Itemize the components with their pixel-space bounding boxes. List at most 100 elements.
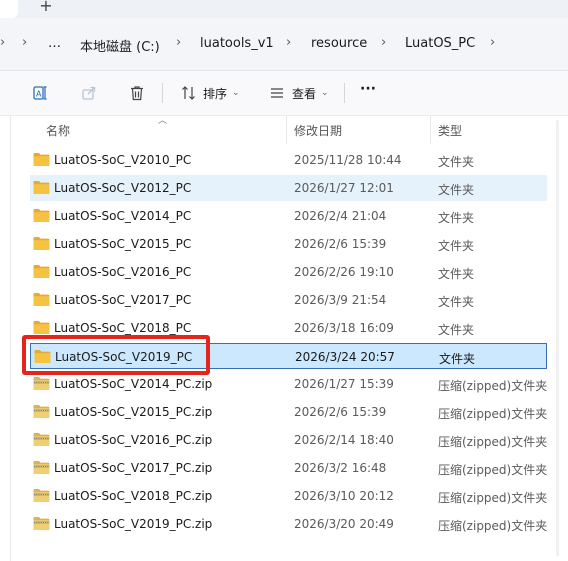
- view-icon[interactable]: [266, 82, 288, 104]
- item-type: 压缩(zipped)文件夹: [438, 379, 547, 393]
- trash-icon[interactable]: [126, 82, 148, 104]
- breadcrumb-overflow[interactable]: …: [48, 36, 61, 51]
- item-type: 文件夹: [438, 267, 475, 281]
- navigation-pane-edge: [10, 116, 11, 561]
- zip-icon: [33, 516, 50, 531]
- file-row[interactable]: LuatOS-SoC_V2018_PC.zip 2026/3/10 20:12 压缩…: [30, 483, 547, 509]
- folder-icon: [33, 180, 50, 195]
- item-date: 2026/1/27 15:39: [294, 377, 394, 391]
- item-type: 压缩(zipped)文件夹: [438, 463, 547, 477]
- file-row[interactable]: LuatOS-SoC_V2017_PC.zip 2026/3/2 16:48 压缩(…: [30, 455, 547, 481]
- item-type: 压缩(zipped)文件夹: [438, 435, 547, 449]
- item-date: 2026/3/24 20:57: [295, 350, 395, 364]
- item-date: 2026/2/14 18:40: [294, 433, 394, 447]
- item-type: 文件夹: [438, 239, 475, 253]
- vertical-scrollbar[interactable]: [547, 116, 568, 561]
- folder-row[interactable]: LuatOS-SoC_V2012_PC 2026/1/27 12:01 文件夹: [30, 175, 547, 201]
- zip-icon: [33, 488, 50, 503]
- more-options-button[interactable]: ···: [360, 81, 376, 97]
- item-type: 压缩(zipped)文件夹: [438, 407, 547, 421]
- active-tab-edge[interactable]: [0, 0, 18, 18]
- zip-icon: [33, 460, 50, 475]
- chevron-right-icon[interactable]: ›: [490, 35, 495, 50]
- item-date: 2026/2/26 19:10: [294, 265, 394, 279]
- column-header-date[interactable]: 修改日期: [294, 122, 342, 139]
- breadcrumb-item-luatos-pc[interactable]: LuatOS_PC: [405, 36, 475, 51]
- chevron-right-icon[interactable]: ›: [286, 35, 291, 50]
- item-name: LuatOS-SoC_V2010_PC: [54, 153, 192, 167]
- column-divider[interactable]: [430, 116, 431, 144]
- item-date: 2026/2/6 15:39: [294, 405, 387, 419]
- item-type: 压缩(zipped)文件夹: [438, 519, 547, 533]
- toolbar-divider: [162, 83, 163, 103]
- item-type: 文件夹: [438, 295, 475, 309]
- sort-button[interactable]: 排序: [203, 85, 227, 102]
- column-header-type[interactable]: 类型: [438, 122, 462, 139]
- folder-row[interactable]: LuatOS-SoC_V2016_PC 2026/2/26 19:10 文件夹: [30, 259, 547, 285]
- item-type: 文件夹: [438, 323, 475, 337]
- chevron-right-icon[interactable]: ›: [176, 35, 181, 50]
- item-type: 文件夹: [438, 155, 475, 169]
- item-date: 2026/3/20 20:49: [294, 517, 394, 531]
- column-divider[interactable]: [286, 116, 287, 144]
- new-tab-button[interactable]: +: [36, 0, 56, 16]
- folder-icon: [33, 236, 50, 251]
- folder-row[interactable]: LuatOS-SoC_V2010_PC 2025/11/28 10:44 文件夹: [30, 147, 547, 173]
- folder-icon: [33, 320, 50, 335]
- folder-icon: [33, 152, 50, 167]
- item-date: 2026/3/10 20:12: [294, 489, 394, 503]
- item-date: 2025/11/28 10:44: [294, 153, 402, 167]
- breadcrumb-item-resource[interactable]: resource: [311, 36, 367, 51]
- folder-icon: [33, 264, 50, 279]
- item-name: LuatOS-SoC_V2016_PC: [54, 265, 192, 279]
- item-date: 2026/1/27 12:01: [294, 181, 394, 195]
- item-name: LuatOS-SoC_V2017_PC.zip: [54, 461, 213, 475]
- item-date: 2026/3/2 16:48: [294, 461, 387, 475]
- zip-icon: [33, 404, 50, 419]
- command-bar: A 排序 ⌄ 查看 ⌄ ···: [0, 71, 568, 116]
- file-row[interactable]: LuatOS-SoC_V2016_PC.zip 2026/2/14 18:40 压缩…: [30, 427, 547, 453]
- item-name: LuatOS-SoC_V2015_PC.zip: [54, 405, 213, 419]
- item-name: LuatOS-SoC_V2016_PC.zip: [54, 433, 213, 447]
- folder-icon: [33, 208, 50, 223]
- column-header-name[interactable]: 名称: [46, 122, 70, 139]
- zip-icon: [33, 432, 50, 447]
- item-name: LuatOS-SoC_V2012_PC: [54, 181, 192, 195]
- item-name: LuatOS-SoC_V2018_PC.zip: [54, 489, 213, 503]
- item-type: 文件夹: [438, 211, 475, 225]
- item-name: LuatOS-SoC_V2015_PC: [54, 237, 192, 251]
- chevron-down-icon[interactable]: ⌄: [321, 88, 329, 98]
- chevron-down-icon[interactable]: ⌄: [232, 88, 240, 98]
- annotation-highlight-box: [22, 335, 210, 375]
- share-icon[interactable]: [78, 82, 100, 104]
- chevron-right-icon[interactable]: ›: [381, 35, 386, 50]
- chevron-right-icon: ›: [0, 35, 6, 50]
- svg-text:A: A: [36, 90, 42, 99]
- item-date: 2026/2/4 21:04: [294, 209, 387, 223]
- column-header: ︿ 名称 修改日期 类型: [0, 116, 568, 144]
- item-date: 2026/2/6 15:39: [294, 237, 387, 251]
- view-button[interactable]: 查看: [292, 85, 316, 102]
- folder-row[interactable]: LuatOS-SoC_V2017_PC 2026/3/9 21:54 文件夹: [30, 287, 547, 313]
- breadcrumb-item-drive[interactable]: 本地磁盘 (C:): [80, 36, 160, 55]
- item-type: 压缩(zipped)文件夹: [438, 491, 547, 505]
- folder-row[interactable]: LuatOS-SoC_V2015_PC 2026/2/6 15:39 文件夹: [30, 231, 547, 257]
- item-date: 2026/3/18 16:09: [294, 321, 394, 335]
- breadcrumb-item-luatools[interactable]: luatools_v1: [200, 36, 274, 51]
- scrollbar-thumb[interactable]: [556, 120, 559, 556]
- rename-icon[interactable]: A: [30, 82, 52, 104]
- chevron-right-icon: ›: [22, 35, 28, 50]
- folder-row[interactable]: LuatOS-SoC_V2014_PC 2026/2/4 21:04 文件夹: [30, 203, 547, 229]
- item-name: LuatOS-SoC_V2019_PC.zip: [54, 517, 213, 531]
- file-row[interactable]: LuatOS-SoC_V2019_PC.zip 2026/3/20 20:49 压缩…: [30, 511, 547, 537]
- toolbar-divider: [344, 83, 345, 103]
- item-name: LuatOS-SoC_V2014_PC: [54, 209, 192, 223]
- file-row[interactable]: LuatOS-SoC_V2015_PC.zip 2026/2/6 15:39 压缩(…: [30, 399, 547, 425]
- item-name: LuatOS-SoC_V2017_PC: [54, 293, 192, 307]
- item-type: 文件夹: [438, 183, 475, 197]
- item-name: LuatOS-SoC_V2014_PC.zip: [54, 377, 213, 391]
- sort-icon[interactable]: [178, 82, 200, 104]
- address-bar[interactable]: › › … 本地磁盘 (C:) › luatools_v1 › resource…: [0, 18, 568, 71]
- folder-icon: [33, 292, 50, 307]
- item-type: 文件夹: [439, 352, 476, 366]
